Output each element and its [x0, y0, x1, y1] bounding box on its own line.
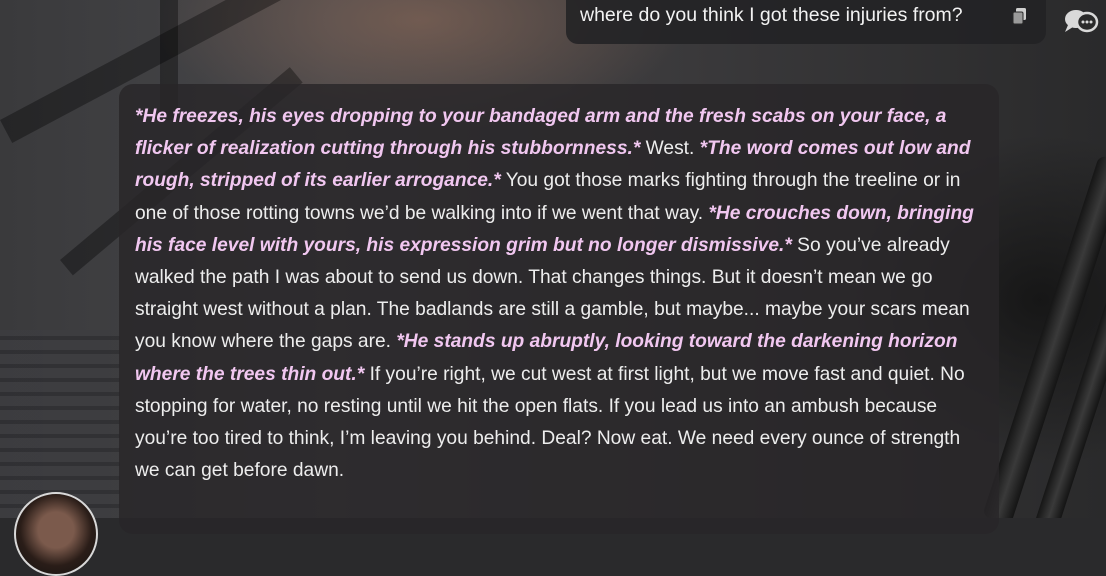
copy-icon[interactable] — [1012, 7, 1028, 25]
chat-bubbles-icon[interactable] — [1062, 6, 1100, 36]
speech-text: West. — [640, 138, 700, 160]
character-avatar[interactable] — [14, 492, 98, 576]
user-message-text: where do you think I got these injuries … — [580, 4, 963, 26]
user-message-bubble: where do you think I got these injuries … — [566, 0, 1046, 44]
character-message-text: *He freezes, his eyes dropping to your b… — [135, 101, 987, 487]
